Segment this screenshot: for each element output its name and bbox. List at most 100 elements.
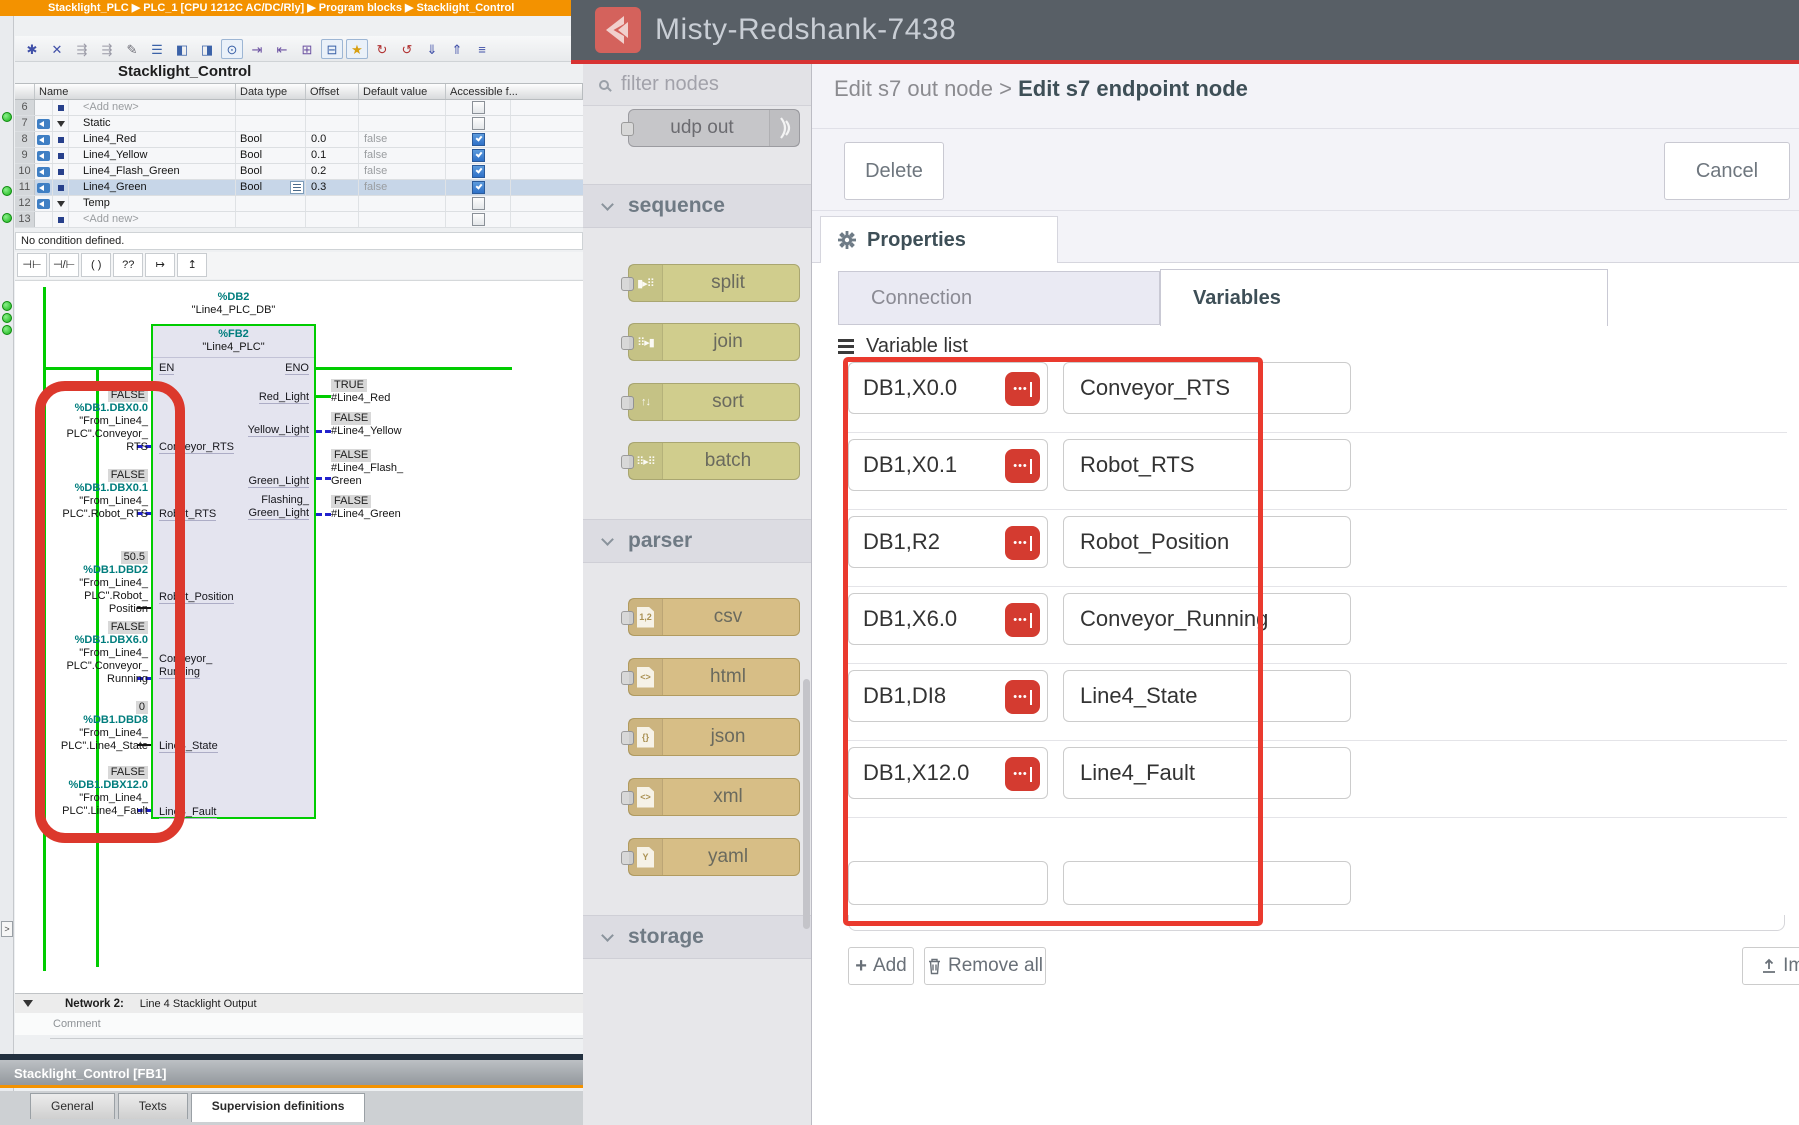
variable-name-input[interactable]: Line4_State [1063,670,1351,722]
modify-value-icon[interactable]: ⊞ [296,39,318,59]
delete-button[interactable]: Delete [844,142,944,200]
palette-node-join[interactable]: ⠿▸▮join [628,323,800,361]
collapse-arrow-icon[interactable] [23,1000,33,1007]
table-row[interactable]: 8Line4_RedBool0.0false [15,132,583,148]
instance-db-label[interactable]: %DB2 "Line4_PLC_DB" [151,291,316,317]
pin-conveyor-rts[interactable]: Conveyor_RTS [159,441,234,454]
pin-en[interactable]: EN [159,362,174,375]
checkbox-checked[interactable] [472,133,485,146]
pin-conveyor-running-2[interactable]: Running [159,666,200,679]
checkbox-unchecked[interactable] [472,213,485,226]
breadcrumb[interactable]: Stacklight_PLC ▶ PLC_1 [CPU 1212C AC/DC/… [0,0,583,16]
pin-line4-state[interactable]: Line4_State [159,740,218,753]
download-icon[interactable]: ⇓ [421,39,443,59]
delete-tag-icon[interactable]: ✕ [46,39,68,59]
pin-conveyor-running-1[interactable]: Conveyor_ [159,653,212,665]
pin-yellow-light[interactable]: Yellow_Light [248,424,309,437]
address-helper-icon[interactable]: ••• [1005,757,1040,791]
variable-name-input[interactable] [1063,861,1351,905]
monitor-off-icon[interactable]: ⇤ [271,39,293,59]
pin-robot-rts[interactable]: Robot_RTS [159,508,216,521]
pin-flashing-green-light-1[interactable]: Flashing_ [261,494,309,506]
checkbox-checked[interactable] [472,165,485,178]
table-row[interactable]: 7Static [15,116,583,132]
favorites-icon[interactable]: ★ [346,39,368,59]
fbd-canvas[interactable]: %DB2 "Line4_PLC_DB" %FB2 "Line4_PLC" EN … [15,280,583,993]
address-helper-icon[interactable]: ••• [1005,680,1040,714]
comments-icon[interactable]: ⊙ [221,39,243,59]
pin-robot-position[interactable]: Robot_Position [159,591,234,604]
address-helper-icon[interactable]: ••• [1005,526,1040,560]
checkbox-unchecked[interactable] [472,197,485,210]
nc-contact-icon[interactable]: ⊣/⊢ [49,253,79,277]
upload-icon[interactable]: ⇑ [446,39,468,59]
pin-line4-fault[interactable]: Line4_Fault [159,806,217,819]
palette-node-csv[interactable]: 1,2csv [628,598,800,636]
empty-box-icon[interactable]: ?? [113,253,143,277]
remove-all-button[interactable]: Remove all [924,947,1046,985]
ladder-view-icon[interactable]: ◧ [171,39,193,59]
variable-address-input[interactable]: DB1,X0.0••• [848,362,1048,414]
palette-node-html[interactable]: <>html [628,658,800,696]
tab-general[interactable]: General [30,1093,115,1119]
table-row[interactable]: 13<Add new> [15,212,583,228]
breadcrumb-parent[interactable]: Edit s7 out node [834,76,993,101]
input-operand[interactable]: 0%DB1.DBD8"From_Line4_PLC".Line4_State [26,701,148,753]
palette-node-sort[interactable]: ↑↓sort [628,383,800,421]
table-row[interactable]: 10Line4_Flash_GreenBool0.2false [15,164,583,180]
input-operand[interactable]: FALSE%DB1.DBX0.1"From_Line4_PLC".Robot_R… [26,469,148,521]
add-tag-icon[interactable]: ✱ [21,39,43,59]
variable-address-input[interactable]: DB1,X6.0••• [848,593,1048,645]
add-variable-button[interactable]: Add [848,947,914,985]
type-dropdown-icon[interactable] [290,181,304,194]
tab-supervision-definitions[interactable]: Supervision definitions [191,1093,366,1122]
table-row[interactable]: 6<Add new> [15,100,583,116]
import-button[interactable]: Imp [1742,947,1799,985]
pin-red-light[interactable]: Red_Light [259,391,309,404]
network-2-header[interactable]: Network 2: Line 4 Stacklight Output [15,993,583,1013]
table-row[interactable]: 9Line4_YellowBool0.1false [15,148,583,164]
palette-node-xml[interactable]: <>xml [628,778,800,816]
fb-block-line4-plc[interactable]: %FB2 "Line4_PLC" EN ENO Conveyor_RTS Rob… [151,324,316,819]
header-accessible[interactable]: Accessible f... [446,84,582,99]
output-operand[interactable]: FALSE#Line4_Green [331,495,501,521]
variable-address-input[interactable]: DB1,X12.0••• [848,747,1048,799]
variable-address-input[interactable]: DB1,R2••• [848,516,1048,568]
network-comment[interactable]: Comment [15,1013,583,1035]
output-operand[interactable]: FALSE#Line4_Flash_Green [331,449,501,488]
header-offset[interactable]: Offset [306,84,359,99]
input-operand[interactable]: FALSE%DB1.DBX12.0"From_Line4_PLC".Line4_… [26,766,148,818]
variable-name-input[interactable]: Robot_RTS [1063,439,1351,491]
go-online-icon[interactable]: ↻ [371,39,393,59]
palette-section-parser[interactable]: parser [583,519,812,563]
fbd-view-icon[interactable]: ◨ [196,39,218,59]
palette-node-yaml[interactable]: Yyaml [628,838,800,876]
palette-section-sequence[interactable]: sequence [583,184,812,228]
cancel-button[interactable]: Cancel [1664,142,1790,200]
table-row[interactable]: 12Temp [15,196,583,212]
expand-icon[interactable] [57,121,65,127]
pin-flashing-green-light-2[interactable]: Green_Light [248,507,309,520]
open-branch-icon[interactable]: ↦ [145,253,175,277]
variable-name-input[interactable]: Conveyor_RTS [1063,362,1351,414]
coil-icon[interactable]: ( ) [81,253,111,277]
palette-node-batch[interactable]: ⠿▸⠿batch [628,442,800,480]
variable-name-input[interactable]: Line4_Fault [1063,747,1351,799]
goto-prev-icon[interactable]: ⇶ [96,39,118,59]
palette-search-input[interactable]: filter nodes [583,64,812,106]
checkbox-unchecked[interactable] [472,117,485,130]
variable-address-input[interactable]: DB1,DI8••• [848,670,1048,722]
variable-address-input[interactable] [848,861,1048,905]
header-data-type[interactable]: Data type [236,84,306,99]
scroll-right-icon[interactable] [1,921,13,937]
output-operand[interactable]: TRUE#Line4_Red [331,379,501,405]
input-operand[interactable]: 50.5%DB1.DBD2"From_Line4_PLC".Robot_Posi… [26,551,148,616]
settings-icon[interactable]: ≡ [471,39,493,59]
keep-results-icon[interactable]: ✎ [121,39,143,59]
block-interface-icon[interactable]: ⊟ [321,39,343,59]
variable-address-input[interactable]: DB1,X0.1••• [848,439,1048,491]
close-branch-icon[interactable]: ↥ [177,253,207,277]
header-name[interactable]: Name [35,84,236,99]
palette-section-storage[interactable]: storage [583,915,812,959]
header-default-value[interactable]: Default value [359,84,446,99]
